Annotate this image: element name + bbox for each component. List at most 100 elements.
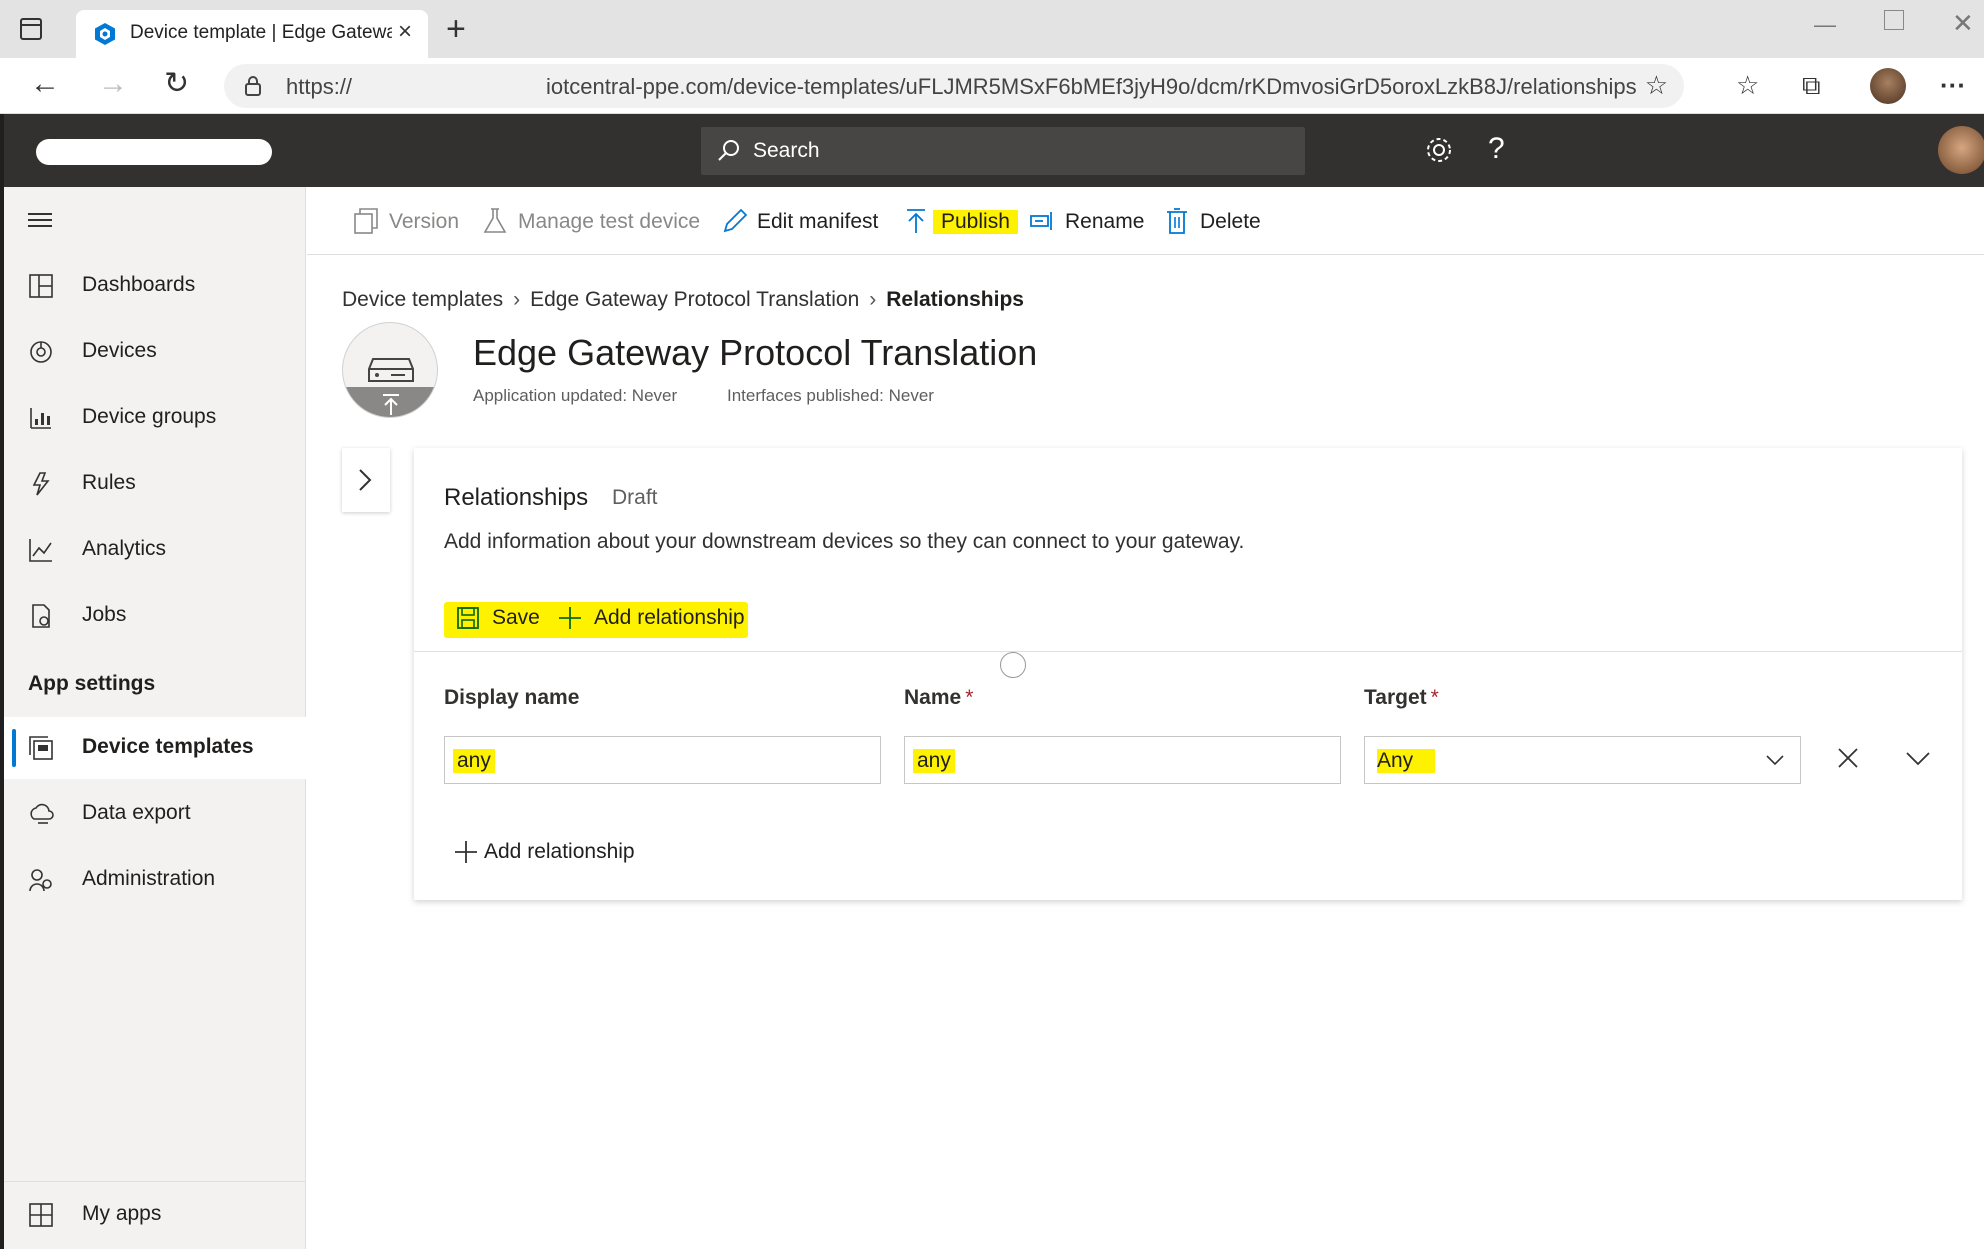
url-input[interactable]: https://iotcentral-ppe.com/device-templa… [224, 64, 1684, 108]
relationships-description: Add information about your downstream de… [444, 530, 1245, 553]
tab-title: Device template | Edge Gateway [130, 22, 392, 43]
tab-actions-icon[interactable] [20, 18, 42, 40]
name-input[interactable]: any [904, 736, 1341, 784]
settings-gear-icon[interactable] [1424, 135, 1454, 165]
app-settings-header: App settings [28, 672, 156, 695]
target-column-label: Target * [1364, 686, 1439, 709]
dashboard-icon [29, 274, 53, 298]
chevron-down-icon [1766, 755, 1784, 766]
new-tab-icon[interactable]: + [446, 12, 466, 46]
device-groups-icon [30, 408, 51, 429]
loading-spinner-icon [1000, 652, 1026, 678]
expand-panel-button[interactable] [342, 448, 390, 512]
user-avatar[interactable] [1938, 126, 1984, 174]
sidebar-item-label: Device templates [82, 735, 254, 758]
rename-label: Rename [1065, 210, 1145, 233]
breadcrumb: Device templates › Edge Gateway Protocol T… [342, 288, 1024, 312]
data-export-icon [30, 803, 54, 824]
iot-central-favicon-icon [95, 23, 115, 45]
add-relationship-bottom-label: Add relationship [484, 840, 635, 863]
jobs-icon [32, 604, 50, 628]
search-icon [718, 140, 739, 161]
sidebar-item-data-export[interactable]: Data export [4, 783, 306, 845]
breadcrumb-separator-icon: › [869, 288, 877, 311]
sidebar-item-label: Data export [82, 801, 191, 824]
app-name-redacted [36, 139, 272, 165]
target-select[interactable]: Any [1364, 736, 1801, 784]
url-text: https://iotcentral-ppe.com/device-templa… [286, 74, 1637, 99]
back-icon[interactable]: ← [30, 66, 60, 102]
app-updated-status: Application updated: Never [473, 386, 678, 405]
delete-label: Delete [1200, 210, 1261, 233]
sidebar-item-label: Analytics [82, 537, 167, 560]
left-nav: Dashboards Devices Device groups Rules A… [4, 187, 306, 1249]
search-placeholder: Search [753, 139, 820, 162]
favorites-icon[interactable]: ☆ [1736, 70, 1759, 100]
edit-pencil-icon [723, 208, 747, 233]
sidebar-item-administration[interactable]: Administration [4, 849, 306, 911]
delete-trash-icon [1167, 208, 1187, 234]
version-icon [354, 208, 378, 234]
edit-manifest-label: Edit manifest [757, 210, 879, 233]
breadcrumb-separator-icon: › [513, 288, 521, 311]
sidebar-item-rules[interactable]: Rules [4, 453, 306, 515]
draft-status: Draft [612, 486, 658, 509]
save-disk-icon [457, 607, 479, 629]
address-bar-row: ← → ↻ https://iotcentral-ppe.com/device-… [0, 58, 1984, 114]
display-name-input[interactable]: any [444, 736, 881, 784]
manage-test-device-label: Manage test device [518, 210, 701, 233]
device-template-image[interactable] [342, 322, 438, 418]
sidebar-item-my-apps[interactable]: My apps [4, 1184, 306, 1246]
sidebar-item-devices[interactable]: Devices [4, 321, 306, 383]
window-close-icon[interactable]: ✕ [1952, 8, 1974, 39]
display-name-column-label: Display name [444, 686, 580, 709]
collections-icon[interactable]: ⧉ [1802, 70, 1821, 100]
more-icon[interactable]: ··· [1940, 70, 1966, 100]
help-icon[interactable]: ? [1488, 131, 1505, 167]
breadcrumb-template[interactable]: Edge Gateway Protocol Translation [530, 288, 859, 311]
browser-tab[interactable]: Device template | Edge Gateway × [76, 10, 428, 58]
required-marker: * [965, 686, 974, 709]
expand-row-chevron-down-icon[interactable] [1904, 744, 1932, 772]
minimize-icon[interactable]: — [1814, 12, 1836, 38]
add-relationship-label: Add relationship [594, 606, 745, 629]
required-marker: * [1430, 686, 1439, 709]
tab-close-icon[interactable]: × [398, 20, 412, 44]
sidebar-item-dashboards[interactable]: Dashboards [4, 255, 306, 317]
publish-label: Publish [933, 210, 1018, 234]
command-bar: Version Manage test device Edit manifest… [307, 187, 1984, 255]
version-label: Version [389, 210, 460, 233]
upload-image-strip [343, 387, 437, 417]
refresh-icon[interactable]: ↻ [164, 66, 189, 102]
administration-icon [29, 869, 52, 892]
save-label: Save [492, 606, 540, 629]
plus-icon [559, 607, 581, 629]
maximize-icon[interactable] [1884, 10, 1904, 30]
gateway-device-icon [368, 358, 414, 382]
sidebar-divider [4, 1181, 306, 1182]
forward-icon[interactable]: → [98, 66, 128, 102]
browser-tab-strip: Device template | Edge Gateway × + — ✕ [0, 0, 1984, 58]
devices-icon [30, 341, 52, 363]
lock-icon [245, 76, 261, 96]
name-value: any [913, 749, 955, 773]
browser-profile-avatar[interactable] [1870, 68, 1906, 104]
breadcrumb-current: Relationships [886, 288, 1024, 311]
add-favorite-icon[interactable]: ☆ [1645, 70, 1668, 101]
chevron-right-icon [359, 469, 372, 491]
hamburger-menu-icon[interactable] [28, 213, 52, 227]
sidebar-item-jobs[interactable]: Jobs [4, 585, 306, 647]
sidebar-item-label: Administration [82, 867, 216, 890]
delete-row-close-icon[interactable] [1834, 744, 1862, 772]
card-divider [414, 651, 1962, 652]
sidebar-item-device-groups[interactable]: Device groups [4, 387, 306, 449]
sidebar-item-device-templates[interactable]: Device templates [4, 717, 306, 779]
rules-icon [32, 472, 50, 496]
breadcrumb-device-templates[interactable]: Device templates [342, 288, 503, 311]
relationships-title: Relationships [444, 484, 589, 511]
search-input[interactable]: Search [701, 127, 1305, 175]
interfaces-published-status: Interfaces published: Never [727, 386, 934, 405]
sidebar-item-label: Devices [82, 339, 157, 362]
sidebar-item-analytics[interactable]: Analytics [4, 519, 306, 581]
relationships-card: Relationships Draft Add information abou… [414, 448, 1962, 900]
